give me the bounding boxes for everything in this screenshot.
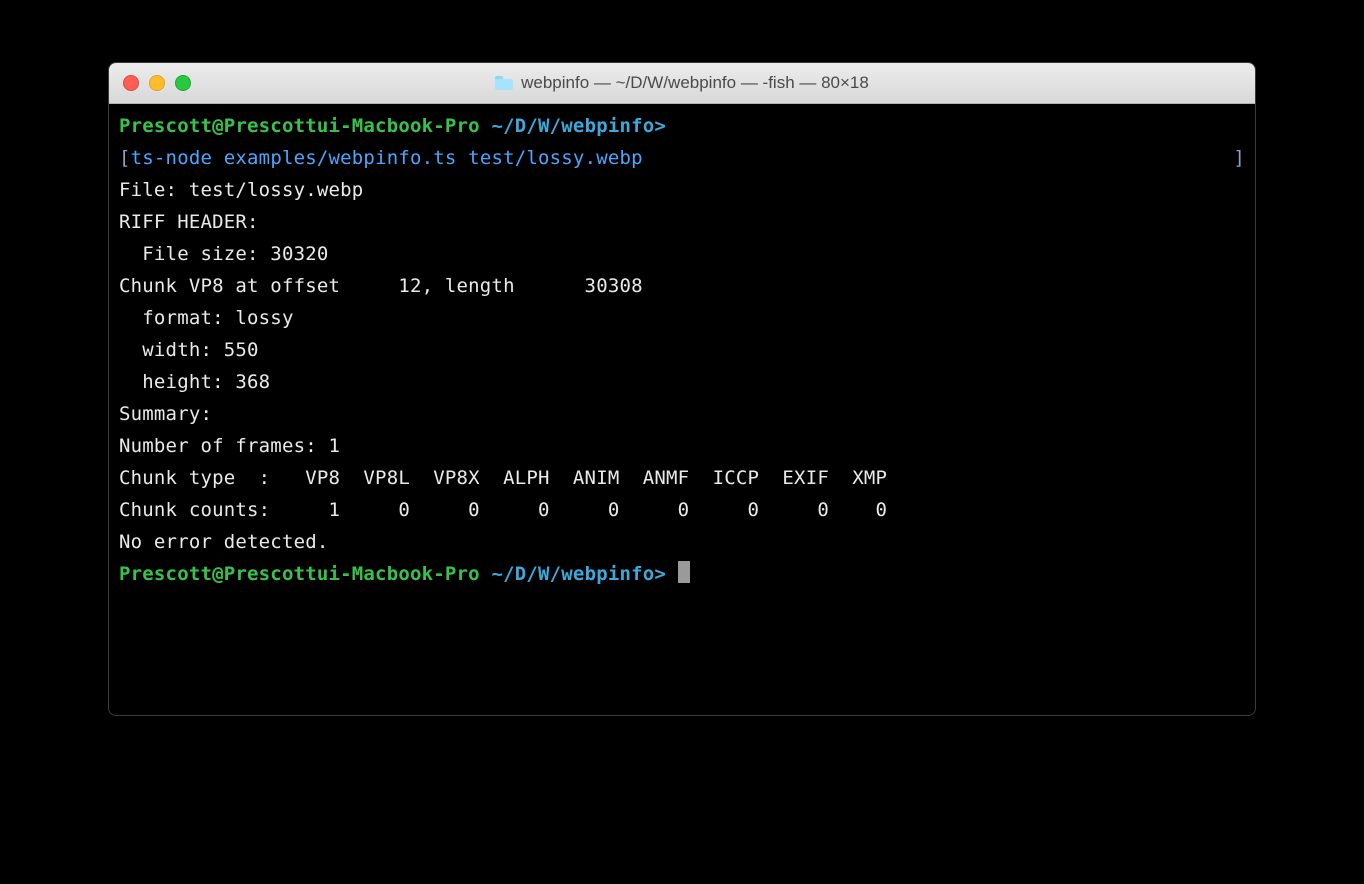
prompt-path-2: ~/D/W/webpinfo <box>491 563 654 585</box>
traffic-lights <box>123 75 191 91</box>
minimize-icon[interactable] <box>149 75 165 91</box>
close-icon[interactable] <box>123 75 139 91</box>
output-summary: Summary: <box>119 403 212 425</box>
output-riff-header: RIFF HEADER: <box>119 211 259 233</box>
prompt-user-host-2: Prescott@Prescottui-Macbook-Pro <box>119 563 480 585</box>
output-file-size: File size: 30320 <box>119 243 329 265</box>
folder-icon <box>495 76 513 90</box>
terminal-window: webpinfo — ~/D/W/webpinfo — -fish — 80×1… <box>108 62 1256 716</box>
command-args: examples/webpinfo.ts test/lossy.webp <box>224 147 643 169</box>
cursor-icon <box>678 561 690 583</box>
output-file: File: test/lossy.webp <box>119 179 363 201</box>
window-title: webpinfo — ~/D/W/webpinfo — -fish — 80×1… <box>109 73 1255 93</box>
prompt-user-host: Prescott@Prescottui-Macbook-Pro <box>119 115 480 137</box>
output-chunk-types: Chunk type : VP8 VP8L VP8X ALPH ANIM ANM… <box>119 467 887 489</box>
output-format: format: lossy <box>119 307 294 329</box>
output-chunk-counts: Chunk counts: 1 0 0 0 0 0 0 0 0 <box>119 499 887 521</box>
bracket-close: ] <box>1233 142 1245 174</box>
zoom-icon[interactable] <box>175 75 191 91</box>
output-no-error: No error detected. <box>119 531 329 553</box>
prompt-arrow-2: > <box>654 563 666 585</box>
prompt-arrow: > <box>654 115 666 137</box>
prompt-path: ~/D/W/webpinfo <box>491 115 654 137</box>
terminal-content[interactable]: Prescott@Prescottui-Macbook-Pro ~/D/W/we… <box>109 104 1255 600</box>
window-titlebar[interactable]: webpinfo — ~/D/W/webpinfo — -fish — 80×1… <box>109 63 1255 104</box>
output-chunk: Chunk VP8 at offset 12, length 30308 <box>119 275 643 297</box>
bracket-open: [ <box>119 147 131 169</box>
output-height: height: 368 <box>119 371 270 393</box>
output-width: width: 550 <box>119 339 259 361</box>
command-program: ts-node <box>131 147 212 169</box>
output-frames: Number of frames: 1 <box>119 435 340 457</box>
window-title-text: webpinfo — ~/D/W/webpinfo — -fish — 80×1… <box>521 73 869 93</box>
